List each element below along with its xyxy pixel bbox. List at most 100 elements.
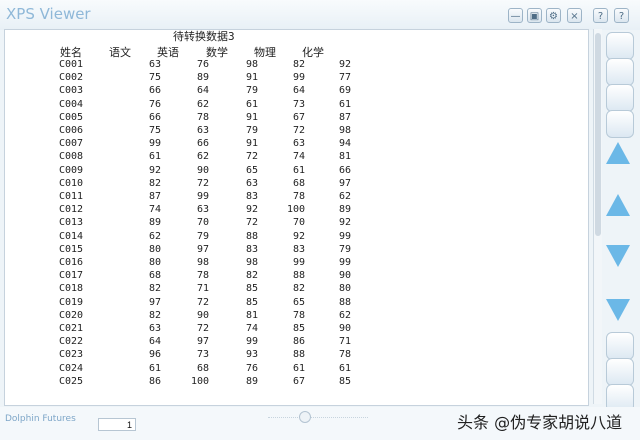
table-cell: 64: [196, 85, 209, 97]
table-cell: 68: [292, 177, 305, 189]
restore-button[interactable]: ▣: [527, 8, 542, 23]
table-cell: 71: [196, 283, 209, 295]
book-icon[interactable]: [606, 84, 634, 112]
table-cell: 99: [245, 336, 258, 348]
previous-page-icon[interactable]: [606, 194, 630, 216]
table-cell: 98: [245, 257, 258, 268]
open-folder-icon[interactable]: [606, 32, 634, 60]
row-id: C011: [59, 191, 84, 202]
table-cell: 91: [245, 72, 258, 84]
header-physics: 物理: [254, 46, 276, 59]
table-cell: 91: [245, 138, 258, 150]
table-cell: 62: [196, 151, 209, 163]
settings-button[interactable]: ⚙: [546, 8, 561, 23]
scrollbar-thumb[interactable]: [595, 33, 601, 236]
table-cell: 99: [148, 138, 161, 150]
table-cell: 75: [148, 72, 161, 84]
table-cell: 82: [148, 309, 161, 321]
next-page-icon[interactable]: [606, 245, 630, 267]
table-row: C024 61 68 76 61 61: [5, 363, 588, 377]
table-cell: 98: [245, 59, 258, 70]
row-id: C009: [59, 164, 84, 176]
first-page-icon[interactable]: [606, 142, 630, 164]
table-row: C019 97 72 85 65 88: [5, 297, 588, 311]
table-cell: 64: [148, 336, 161, 348]
table-cell: 79: [196, 230, 209, 242]
table-cell: 79: [245, 85, 258, 97]
undo-icon[interactable]: [606, 110, 634, 138]
vertical-scrollbar[interactable]: [593, 29, 602, 404]
table-cell: 67: [292, 111, 305, 123]
xps-viewer-window: XPS Viewer — ▣ ⚙ × ? ? 待转换数据3 姓名 语文 英语 数…: [0, 0, 640, 440]
table-cell: 86: [292, 336, 305, 348]
table-cell: 93: [245, 349, 258, 361]
close-button[interactable]: ×: [567, 8, 582, 23]
pdf-icon[interactable]: [606, 332, 634, 360]
zoom-slider[interactable]: [268, 417, 368, 419]
row-id: C006: [59, 125, 84, 136]
table-cell: 68: [148, 270, 161, 282]
row-id: C018: [59, 283, 84, 295]
table-cell: 67: [292, 375, 305, 387]
table-cell: 90: [196, 164, 209, 176]
table-cell: 83: [292, 243, 305, 255]
table-cell: 74: [292, 151, 305, 163]
table-cell: 62: [338, 309, 351, 321]
row-id: C021: [59, 323, 84, 334]
zoom-icon[interactable]: [606, 358, 634, 386]
table-cell: 61: [338, 98, 351, 110]
table-cell: 72: [245, 217, 258, 229]
table-cell: 82: [148, 283, 161, 295]
table-cell: 73: [292, 98, 305, 110]
table-cell: 88: [338, 296, 351, 308]
table-cell: 70: [196, 217, 209, 229]
table-row: C006 75 63 79 72 98: [5, 125, 588, 139]
table-row: C011 87 99 83 78 62: [5, 191, 588, 205]
table-cell: 70: [292, 217, 305, 229]
table-cell: 98: [196, 257, 209, 268]
row-id: C010: [59, 177, 84, 189]
table-row: C001 63 76 98 82 92: [5, 59, 588, 73]
table-row: C015 80 97 83 83 79: [5, 244, 588, 258]
table-row: C012 74 63 92 100 89: [5, 204, 588, 218]
table-cell: 72: [292, 125, 305, 136]
row-id: C017: [59, 270, 84, 282]
table-cell: 75: [148, 125, 161, 136]
table-cell: 63: [148, 59, 161, 70]
row-id: C024: [59, 362, 84, 374]
table-cell: 92: [148, 164, 161, 176]
table-cell: 61: [148, 151, 161, 163]
row-id: C016: [59, 257, 84, 268]
table-cell: 92: [338, 217, 351, 229]
table-cell: 97: [196, 243, 209, 255]
print-icon[interactable]: [606, 58, 634, 86]
table-cell: 88: [245, 230, 258, 242]
table-cell: 63: [292, 138, 305, 150]
table-cell: 94: [338, 138, 351, 150]
row-id: C019: [59, 296, 84, 308]
table-cell: 96: [148, 349, 161, 361]
help-button[interactable]: ?: [593, 8, 608, 23]
table-cell: 79: [245, 125, 258, 136]
table-cell: 90: [338, 323, 351, 334]
about-button[interactable]: ?: [614, 8, 629, 23]
table-cell: 99: [196, 191, 209, 202]
table-cell: 63: [245, 177, 258, 189]
table-cell: 78: [196, 270, 209, 282]
table-row: C023 96 73 93 88 78: [5, 349, 588, 363]
table-cell: 91: [245, 111, 258, 123]
table-cell: 82: [245, 270, 258, 282]
brand-label: Dolphin Futures: [5, 414, 76, 424]
row-id: C005: [59, 111, 84, 123]
minimize-button[interactable]: —: [508, 8, 523, 23]
last-page-icon[interactable]: [606, 299, 630, 321]
table-cell: 80: [338, 283, 351, 295]
page-number-input[interactable]: [98, 418, 136, 431]
header-english: 英语: [157, 46, 179, 59]
table-row: C014 62 79 88 92 99: [5, 231, 588, 245]
header-name: 姓名: [60, 46, 82, 59]
table-cell: 65: [292, 296, 305, 308]
table-row: C004 76 62 61 73 61: [5, 99, 588, 113]
zoom-slider-knob[interactable]: [299, 411, 311, 423]
table-cell: 72: [196, 296, 209, 308]
